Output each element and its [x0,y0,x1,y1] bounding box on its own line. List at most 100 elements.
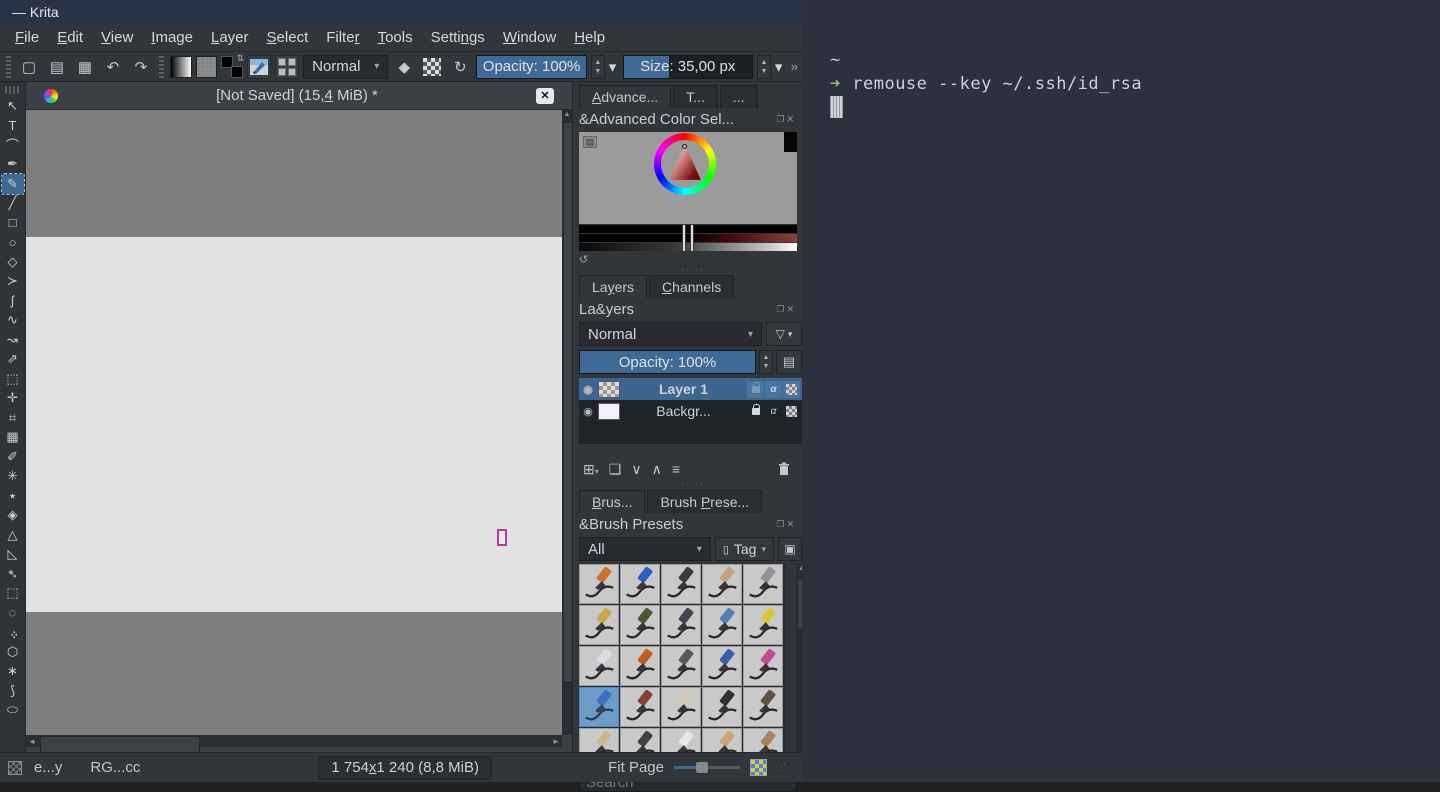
color-selector-settings-button[interactable]: ▤ [583,136,597,148]
eye-visible-icon[interactable]: ◉ [581,405,595,418]
scroll-left-icon[interactable]: ◄ [26,737,38,746]
tag-button[interactable]: ▯ Tag ▾ [715,537,774,561]
alpha-lock-icon[interactable]: α [765,403,782,420]
line-tool[interactable]: ╱ [2,194,24,214]
elliptical-selection-tool[interactable]: ◌ [2,603,24,623]
layer-opacity-slider[interactable]: Opacity: 100% [579,350,756,374]
open-document-button[interactable]: ▤ [45,55,69,79]
color-docker-tab[interactable]: Advance... [579,85,671,108]
brush-preset[interactable] [661,646,701,686]
inherit-alpha-icon[interactable] [783,381,800,398]
zoom-slider-handle[interactable] [696,762,708,773]
menu-edit[interactable]: Edit [48,26,92,49]
document-tab[interactable]: [Not Saved] (15,4 MiB) * ✕ [26,82,572,110]
brush-docker-tab[interactable]: Brush Prese... [647,490,762,513]
brush-preset[interactable] [661,564,701,604]
brush-preset[interactable] [702,646,742,686]
redo-button[interactable]: ↷ [129,55,153,79]
menu-image[interactable]: Image [142,26,202,49]
brush-preset[interactable] [579,564,619,604]
docker-float-icon[interactable]: ❐ [776,304,786,314]
menu-help[interactable]: Help [565,26,614,49]
brush-editor-button[interactable] [247,55,271,79]
calligraphy-tool[interactable]: ✒ [2,155,24,175]
smart-patch-tool[interactable]: ✳ [2,467,24,487]
layer-lock-icon[interactable] [747,381,764,398]
foreground-background-colors[interactable]: ⇅ [221,56,243,78]
toolbar-drag-handle[interactable] [159,56,164,78]
brush-preset[interactable] [743,646,783,686]
docker-close-icon[interactable]: ✕ [786,304,796,314]
polygon-tool[interactable]: ◇ [2,252,24,272]
freehand-brush-tool[interactable]: ✎ [2,174,24,194]
fill-tool[interactable]: ◈ [2,506,24,526]
brush-tag-filter-dropdown[interactable]: All ▾ [579,537,711,561]
layers-docker-titlebar[interactable]: La&yers ❐✕ [579,298,802,320]
layers-docker-tab[interactable]: Layers [579,275,647,298]
size-options-arrow[interactable]: ▾ [775,55,785,79]
move-layer-up-button[interactable]: ∧ [652,461,662,478]
docker-float-icon[interactable]: ❐ [776,519,786,529]
color-strip-1[interactable] [579,225,797,233]
brush-preset[interactable] [661,605,701,645]
new-document-button[interactable]: ▢ [17,55,41,79]
terminal-window[interactable]: ~ ➜ remouse --key ~/.ssh/id_rsa [802,0,1440,782]
toolbar-drag-handle[interactable] [6,56,11,78]
transform-tool[interactable]: ⬚ [2,369,24,389]
zoom-slider[interactable] [674,762,740,774]
brush-preset[interactable] [620,564,660,604]
blending-mode-dropdown[interactable]: Normal ▾ [303,55,388,79]
delete-layer-button[interactable] [778,462,790,476]
rectangular-selection-tool[interactable]: ⬚ [2,584,24,604]
reference-images-tool[interactable]: ➴ [2,564,24,584]
ellipse-tool[interactable]: ○ [2,233,24,253]
brush-preset[interactable] [661,687,701,727]
similar-selection-tool[interactable]: ∗ [2,662,24,682]
gradient-tool[interactable]: ▦ [2,428,24,448]
docker-resize-handle[interactable]: ······ [579,267,802,275]
magnetic-selection-tool[interactable]: ⬭ [2,701,24,721]
brush-preset[interactable] [620,687,660,727]
docker-resize-handle[interactable]: ······ [579,482,802,490]
brush-preset[interactable] [743,564,783,604]
multibrush-tool[interactable]: ⇗ [2,350,24,370]
measure-tool[interactable]: ◺ [2,545,24,565]
layer-options-button[interactable]: ▤ [776,350,802,374]
workspace-chooser-button[interactable] [275,55,299,79]
scroll-up-icon[interactable]: ▲ [562,110,572,120]
canvas-view[interactable] [26,110,562,735]
tooldock-drag-handle[interactable] [5,86,21,94]
text-tool[interactable]: T [2,116,24,136]
layer-lock-icon[interactable] [747,403,764,420]
display-mode-button[interactable]: ▣ [778,537,802,561]
gradient-chooser-button[interactable] [170,56,192,78]
edit-shapes-tool[interactable]: ⌒ [2,135,24,155]
advanced-color-selector[interactable]: ▤ [579,132,797,224]
crop-tool[interactable]: ⌗ [2,408,24,428]
menu-layer[interactable]: Layer [202,26,258,49]
canvas-only-mode-button[interactable] [750,759,767,776]
brush-preset[interactable] [620,605,660,645]
docker-close-icon[interactable]: ✕ [786,519,796,529]
save-document-button[interactable]: ▦ [73,55,97,79]
brush-preset[interactable] [743,605,783,645]
color-strip-3[interactable] [579,243,797,251]
brush-docker-tab[interactable]: Brus... [579,490,645,513]
menu-tools[interactable]: Tools [369,26,422,49]
docker-close-icon[interactable]: ✕ [786,114,796,124]
zoom-mode-label[interactable]: Fit Page [608,759,664,776]
color-reset-button[interactable]: ↺ [579,253,595,267]
color-docker-tab[interactable]: ... [720,85,758,108]
dynamic-brush-tool[interactable]: ↝ [2,330,24,350]
brush-preset[interactable] [702,605,742,645]
add-layer-button[interactable]: ⊞▾ [583,461,599,478]
opacity-slider[interactable]: Opacity: 100% [476,55,587,79]
move-tool[interactable]: ✛ [2,389,24,409]
freehand-selection-tool[interactable]: ᠅ [2,623,24,643]
rectangle-tool[interactable]: □ [2,213,24,233]
color-history-strips[interactable] [579,225,797,251]
selection-mode-icon[interactable] [8,761,22,775]
close-document-button[interactable]: ✕ [536,88,554,104]
layer-properties-button[interactable]: ≡ [672,461,680,477]
freehand-path-tool[interactable]: ∿ [2,311,24,331]
